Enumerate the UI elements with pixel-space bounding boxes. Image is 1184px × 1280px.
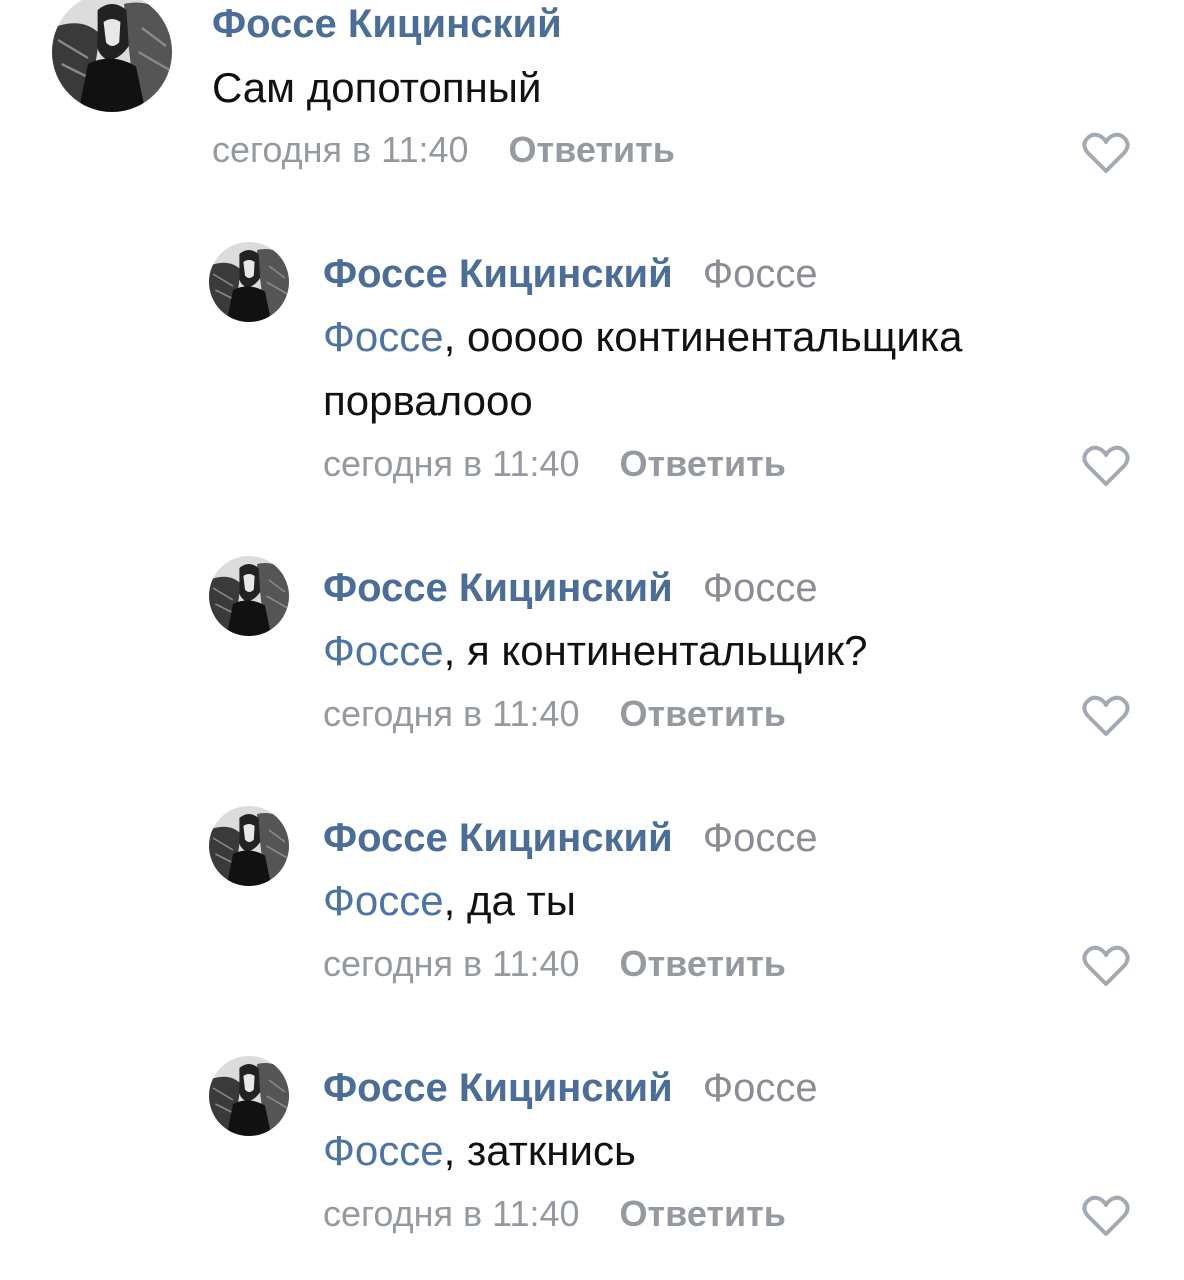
reply-button[interactable]: Ответить: [620, 693, 786, 734]
comment-meta: сегодня в 11:40 Ответить: [323, 696, 786, 732]
avatar-portrait-icon: [209, 556, 289, 636]
reply-button[interactable]: Ответить: [509, 129, 675, 170]
reply-to-name[interactable]: Фоссе: [703, 1066, 818, 1110]
like-button[interactable]: [1081, 1194, 1131, 1238]
comment-text: Фоссе, заткнись: [323, 1119, 636, 1183]
comment-header: Фоссе Кицинский Фоссе: [323, 254, 818, 294]
comment-body: , я континентальщик?: [443, 627, 868, 674]
reply-to-name[interactable]: Фоссе: [703, 566, 818, 610]
comment-body: , заткнись: [443, 1127, 636, 1174]
avatar-portrait-icon: [209, 242, 289, 322]
reply-button[interactable]: Ответить: [620, 1193, 786, 1234]
reply-to-name[interactable]: Фоссе: [703, 816, 818, 860]
comment-time: сегодня в 11:40: [323, 943, 580, 984]
reply-to-name[interactable]: Фоссе: [703, 252, 818, 296]
mention-link[interactable]: Фоссе: [323, 627, 444, 674]
comment-time: сегодня в 11:40: [323, 693, 580, 734]
comment-header: Фоссе Кицинский Фоссе: [323, 818, 818, 858]
comment-body-continued: порвалооо: [323, 377, 533, 424]
author-name[interactable]: Фоссе Кицинский: [323, 566, 673, 610]
reply-button[interactable]: Ответить: [620, 943, 786, 984]
author-name[interactable]: Фоссе Кицинский: [323, 1066, 673, 1110]
avatar[interactable]: [209, 806, 289, 886]
mention-link[interactable]: Фоссе: [323, 877, 444, 924]
like-button[interactable]: [1081, 444, 1131, 488]
comment-body: , ооооо континентальщика: [443, 313, 963, 360]
heart-outline-icon: [1082, 695, 1130, 736]
author-name[interactable]: Фоссе Кицинский: [212, 2, 562, 46]
comment-text: Фоссе, да ты: [323, 869, 576, 933]
avatar-portrait-icon: [209, 806, 289, 886]
mention-link[interactable]: Фоссе: [323, 1127, 444, 1174]
comment-text: Сам допотопный: [212, 56, 541, 120]
comment-meta: сегодня в 11:40 Ответить: [323, 446, 786, 482]
author-name[interactable]: Фоссе Кицинский: [323, 252, 673, 296]
mention-link[interactable]: Фоссе: [323, 313, 444, 360]
heart-outline-icon: [1082, 1195, 1130, 1236]
avatar-portrait-icon: [52, 0, 172, 112]
comment-header: Фоссе Кицинский Фоссе: [323, 568, 818, 608]
comment-meta: сегодня в 11:40 Ответить: [212, 132, 675, 168]
comment-text: Фоссе, ооооо континентальщика порвалооо: [323, 305, 962, 433]
like-button[interactable]: [1081, 694, 1131, 738]
avatar[interactable]: [209, 1056, 289, 1136]
like-button[interactable]: [1081, 944, 1131, 988]
comment-meta: сегодня в 11:40 Ответить: [323, 1196, 786, 1232]
comment-body: Сам допотопный: [212, 64, 542, 111]
heart-outline-icon: [1082, 132, 1130, 173]
avatar[interactable]: [209, 556, 289, 636]
reply-button[interactable]: Ответить: [620, 443, 786, 484]
heart-outline-icon: [1082, 445, 1130, 486]
comment-header: Фоссе Кицинский Фоссе: [323, 1068, 818, 1108]
avatar-portrait-icon: [209, 1056, 289, 1136]
like-button[interactable]: [1081, 131, 1131, 175]
avatar[interactable]: [209, 242, 289, 322]
avatar[interactable]: [52, 0, 172, 112]
comment-time: сегодня в 11:40: [212, 129, 469, 170]
comment-text: Фоссе, я континентальщик?: [323, 619, 868, 683]
heart-outline-icon: [1082, 945, 1130, 986]
comment-time: сегодня в 11:40: [323, 443, 580, 484]
comment-meta: сегодня в 11:40 Ответить: [323, 946, 786, 982]
comment-time: сегодня в 11:40: [323, 1193, 580, 1234]
comment-body: , да ты: [443, 877, 576, 924]
comment-header: Фоссе Кицинский: [212, 4, 562, 44]
author-name[interactable]: Фоссе Кицинский: [323, 816, 673, 860]
